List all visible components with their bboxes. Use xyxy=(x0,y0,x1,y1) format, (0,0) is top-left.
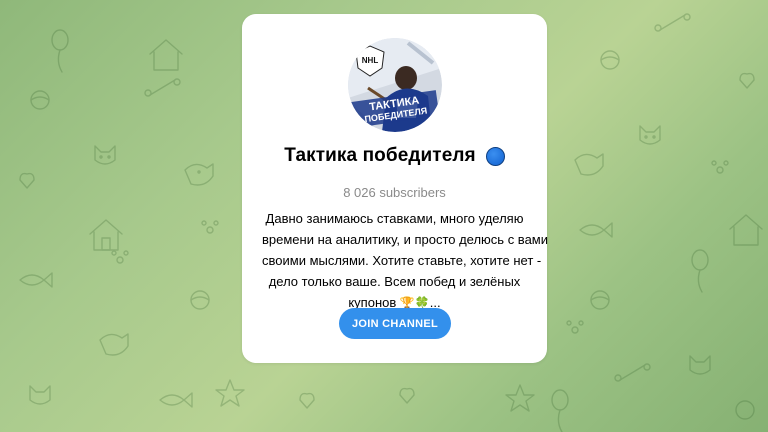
cat-icon xyxy=(29,385,51,405)
house-icon xyxy=(89,219,123,251)
cat-icon xyxy=(639,125,661,145)
bone-icon xyxy=(144,78,181,97)
balloon-icon xyxy=(691,249,709,293)
ball-icon xyxy=(30,90,50,110)
dog-icon xyxy=(99,333,129,356)
description-line: дело только ваше. Всем побед и зелёных xyxy=(268,274,521,289)
ball-icon xyxy=(590,290,610,310)
paw-icon xyxy=(711,160,729,174)
description-line: времени на аналитику, и просто делюсь с … xyxy=(262,232,548,247)
cat-icon xyxy=(689,355,711,375)
channel-description: Давно занимаюсь ставками, много уделяю в… xyxy=(262,208,548,314)
heart-icon xyxy=(739,72,755,89)
fish-icon xyxy=(579,222,613,238)
balloon-icon xyxy=(551,389,569,432)
fish-icon xyxy=(19,272,53,288)
bone-icon xyxy=(614,363,651,382)
subscriber-count: 8 026 subscribers xyxy=(343,185,446,200)
ball-icon xyxy=(600,50,620,70)
channel-title: Тактика победителя xyxy=(284,145,476,166)
paw-icon xyxy=(111,250,129,264)
channel-avatar[interactable]: NHL ТАКТИКА ПОБЕДИТЕЛЯ xyxy=(348,38,442,132)
balloon-icon xyxy=(51,29,69,73)
house-icon xyxy=(729,214,763,246)
heart-icon xyxy=(299,392,315,409)
paw-icon xyxy=(566,320,584,334)
join-channel-button[interactable]: JOIN CHANNEL xyxy=(339,308,451,339)
star-icon xyxy=(215,379,245,407)
cat-icon xyxy=(94,145,116,165)
heart-icon xyxy=(19,172,35,189)
dog-icon xyxy=(574,153,604,176)
ball-icon xyxy=(735,400,755,420)
description-line: Давно занимаюсь ставками, много уделяю xyxy=(265,211,524,226)
ball-icon xyxy=(190,290,210,310)
house-icon xyxy=(149,39,183,71)
channel-avatar-image: NHL ТАКТИКА ПОБЕДИТЕЛЯ xyxy=(348,38,442,132)
fish-icon xyxy=(159,392,193,408)
heart-icon xyxy=(399,387,415,404)
avatar-logo-text: NHL xyxy=(362,56,379,65)
description-line: своими мыслями. Хотите ставьте, хотите н… xyxy=(262,253,542,268)
dog-icon xyxy=(184,163,214,186)
star-icon xyxy=(505,384,535,412)
blue-circle-emoji-icon xyxy=(485,146,505,166)
bone-icon xyxy=(654,13,691,32)
paw-icon xyxy=(201,220,219,234)
channel-title-row: Тактика победителя xyxy=(242,145,547,167)
channel-card: NHL ТАКТИКА ПОБЕДИТЕЛЯ Тактика победител… xyxy=(242,14,548,363)
